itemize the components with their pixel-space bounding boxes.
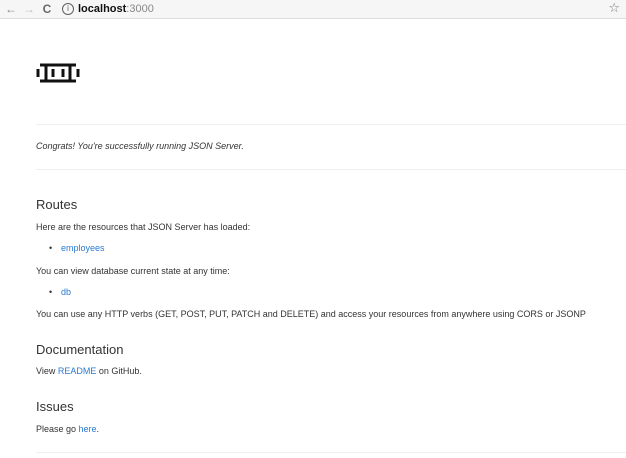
url-host: localhost	[78, 3, 127, 15]
divider	[36, 124, 626, 125]
address-bar[interactable]: localhost:3000	[78, 1, 154, 17]
divider	[36, 169, 626, 170]
bookmark-star-icon[interactable]: ☆	[608, 1, 620, 17]
reload-icon[interactable]: C	[40, 1, 54, 17]
resource-link-employees[interactable]: employees	[61, 243, 105, 253]
doc-post: on GitHub.	[96, 366, 142, 376]
bullet-icon: •	[49, 243, 53, 253]
list-item: • db	[49, 287, 71, 297]
logo-icon	[36, 63, 80, 83]
db-link[interactable]: db	[61, 287, 71, 297]
issues-text: Please go here.	[36, 424, 99, 434]
db-intro: You can view database current state at a…	[36, 266, 230, 276]
documentation-heading: Documentation	[36, 342, 124, 357]
divider	[36, 452, 626, 453]
routes-intro: Here are the resources that JSON Server …	[36, 222, 251, 232]
doc-pre: View	[36, 366, 58, 376]
routes-heading: Routes	[36, 197, 78, 212]
browser-toolbar: ← → C i localhost:3000 ☆	[0, 0, 626, 19]
issues-heading: Issues	[36, 399, 74, 414]
congrats-message: Congrats! You're successfully running JS…	[36, 141, 244, 151]
list-item: • employees	[49, 243, 105, 253]
documentation-text: View README on GitHub.	[36, 366, 142, 376]
back-arrow-icon[interactable]: ←	[4, 1, 18, 17]
bullet-icon: •	[49, 287, 53, 297]
issues-post: .	[96, 424, 100, 434]
readme-link[interactable]: README	[58, 366, 97, 376]
site-info-icon[interactable]: i	[62, 3, 74, 15]
url-port: :3000	[126, 3, 154, 15]
forward-arrow-icon[interactable]: →	[22, 1, 36, 17]
issues-pre: Please go	[36, 424, 79, 434]
json-server-logo	[36, 55, 80, 91]
issues-here-link[interactable]: here	[79, 424, 97, 434]
http-verbs-text: You can use any HTTP verbs (GET, POST, P…	[36, 309, 586, 319]
